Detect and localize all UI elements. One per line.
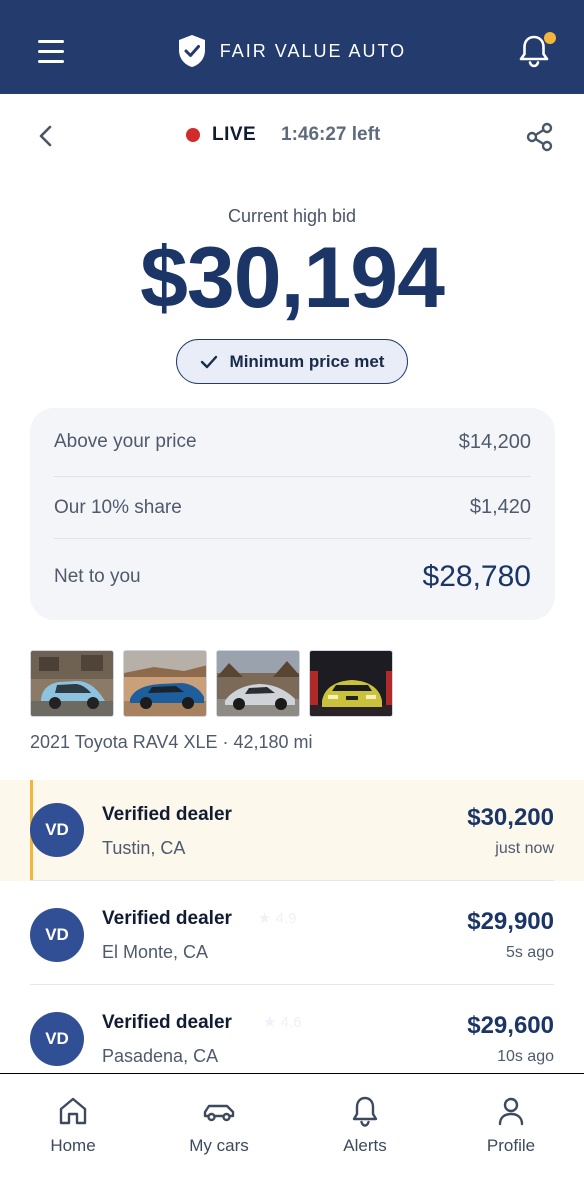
- minimum-met-text: Minimum price met: [229, 351, 385, 371]
- bid-list: VD Verified dealer Tustin, CA $30,200 ju…: [0, 780, 584, 1089]
- photo-strip: [30, 650, 393, 717]
- vehicle-info: 2021 Toyota RAV4 XLE · 42,180 mi: [30, 732, 313, 752]
- bid-amount: $29,600: [467, 1012, 554, 1039]
- bid-amount: $30,200: [467, 804, 554, 831]
- user-icon: [498, 1097, 524, 1126]
- bid-time: 5s ago: [505, 944, 554, 961]
- nav-label: Profile: [486, 1136, 536, 1155]
- bidder-location: Pasadena, CA: [102, 1046, 219, 1066]
- nav-my-cars[interactable]: My cars: [146, 1074, 292, 1180]
- summary-row-above: Above your price $14,200: [54, 408, 531, 477]
- blue-compact-car-photo[interactable]: [30, 650, 114, 717]
- blue-coupe-desert-photo[interactable]: [123, 650, 207, 717]
- bell-icon: [352, 1096, 378, 1127]
- shield-check-icon: [178, 35, 205, 67]
- nav-alerts[interactable]: Alerts: [292, 1074, 438, 1180]
- back-button[interactable]: [36, 124, 56, 148]
- current-bid-amount: $30,194: [140, 230, 445, 326]
- brand-name: FAIR VALUE AUTO: [219, 40, 407, 61]
- bid-time: just now: [495, 840, 554, 857]
- current-bid-label: Current high bid: [227, 206, 357, 226]
- summary-value: $1,420: [469, 496, 531, 518]
- nav-home[interactable]: Home: [0, 1074, 146, 1180]
- payout-summary: Above your price $14,200 Our 10% share $…: [30, 408, 555, 620]
- yellow-sports-car-photo[interactable]: [309, 650, 393, 717]
- summary-label: Above your price: [54, 431, 197, 452]
- car-icon: [203, 1104, 235, 1122]
- bidder-location: El Monte, CA: [102, 942, 209, 962]
- bid-row-top[interactable]: VD Verified dealer Tustin, CA $30,200 ju…: [0, 780, 584, 881]
- summary-row-net: Net to you $28,780: [54, 539, 531, 615]
- avatar: VD: [30, 1012, 84, 1066]
- avatar: VD: [30, 803, 84, 857]
- chevron-left-icon: [39, 125, 52, 147]
- nav-label: Home: [50, 1136, 96, 1155]
- live-indicator: LIVE: [186, 124, 256, 146]
- notifications-button[interactable]: [518, 32, 556, 68]
- bid-amount: $29,900: [467, 908, 554, 935]
- bidder-rating: ★ 4.6: [263, 1014, 302, 1031]
- summary-row-share: Our 10% share $1,420: [54, 477, 531, 539]
- auction-header: LIVE 1:46:27 left: [0, 94, 584, 178]
- top-app-bar: FAIR VALUE AUTO: [0, 0, 584, 94]
- summary-value: $14,200: [458, 430, 531, 453]
- bidder-rating: ★ 4.9: [258, 910, 297, 927]
- avatar: VD: [30, 908, 84, 962]
- bidder-location: Tustin, CA: [102, 838, 186, 858]
- time-left: 1:46:27 left: [281, 124, 381, 145]
- nav-label: Alerts: [343, 1136, 387, 1155]
- check-icon: [200, 355, 217, 368]
- bidder-name: Verified dealer: [102, 804, 232, 825]
- minimum-met-badge: Minimum price met: [176, 339, 408, 384]
- summary-label: Our 10% share: [54, 496, 182, 518]
- brand: FAIR VALUE AUTO: [0, 34, 584, 68]
- bidder-name: Verified dealer: [102, 1012, 232, 1033]
- live-dot: [186, 128, 200, 142]
- silver-supercar-photo[interactable]: [216, 650, 300, 717]
- home-icon: [59, 1097, 87, 1125]
- bid-time: 10s ago: [497, 1048, 554, 1065]
- bidder-name: Verified dealer: [102, 908, 232, 929]
- nav-profile[interactable]: Profile: [438, 1074, 584, 1180]
- live-label: LIVE: [212, 124, 257, 145]
- nav-label: My cars: [189, 1136, 249, 1155]
- bid-row[interactable]: VD Verified dealer ★ 4.9 El Monte, CA $2…: [0, 881, 584, 985]
- bottom-nav: Home My cars Alerts Profile: [0, 1073, 584, 1180]
- share-icon: [526, 122, 553, 152]
- summary-label: Net to you: [54, 566, 141, 587]
- share-button[interactable]: [526, 122, 554, 157]
- net-value: $28,780: [422, 560, 531, 593]
- notification-dot: [544, 32, 556, 44]
